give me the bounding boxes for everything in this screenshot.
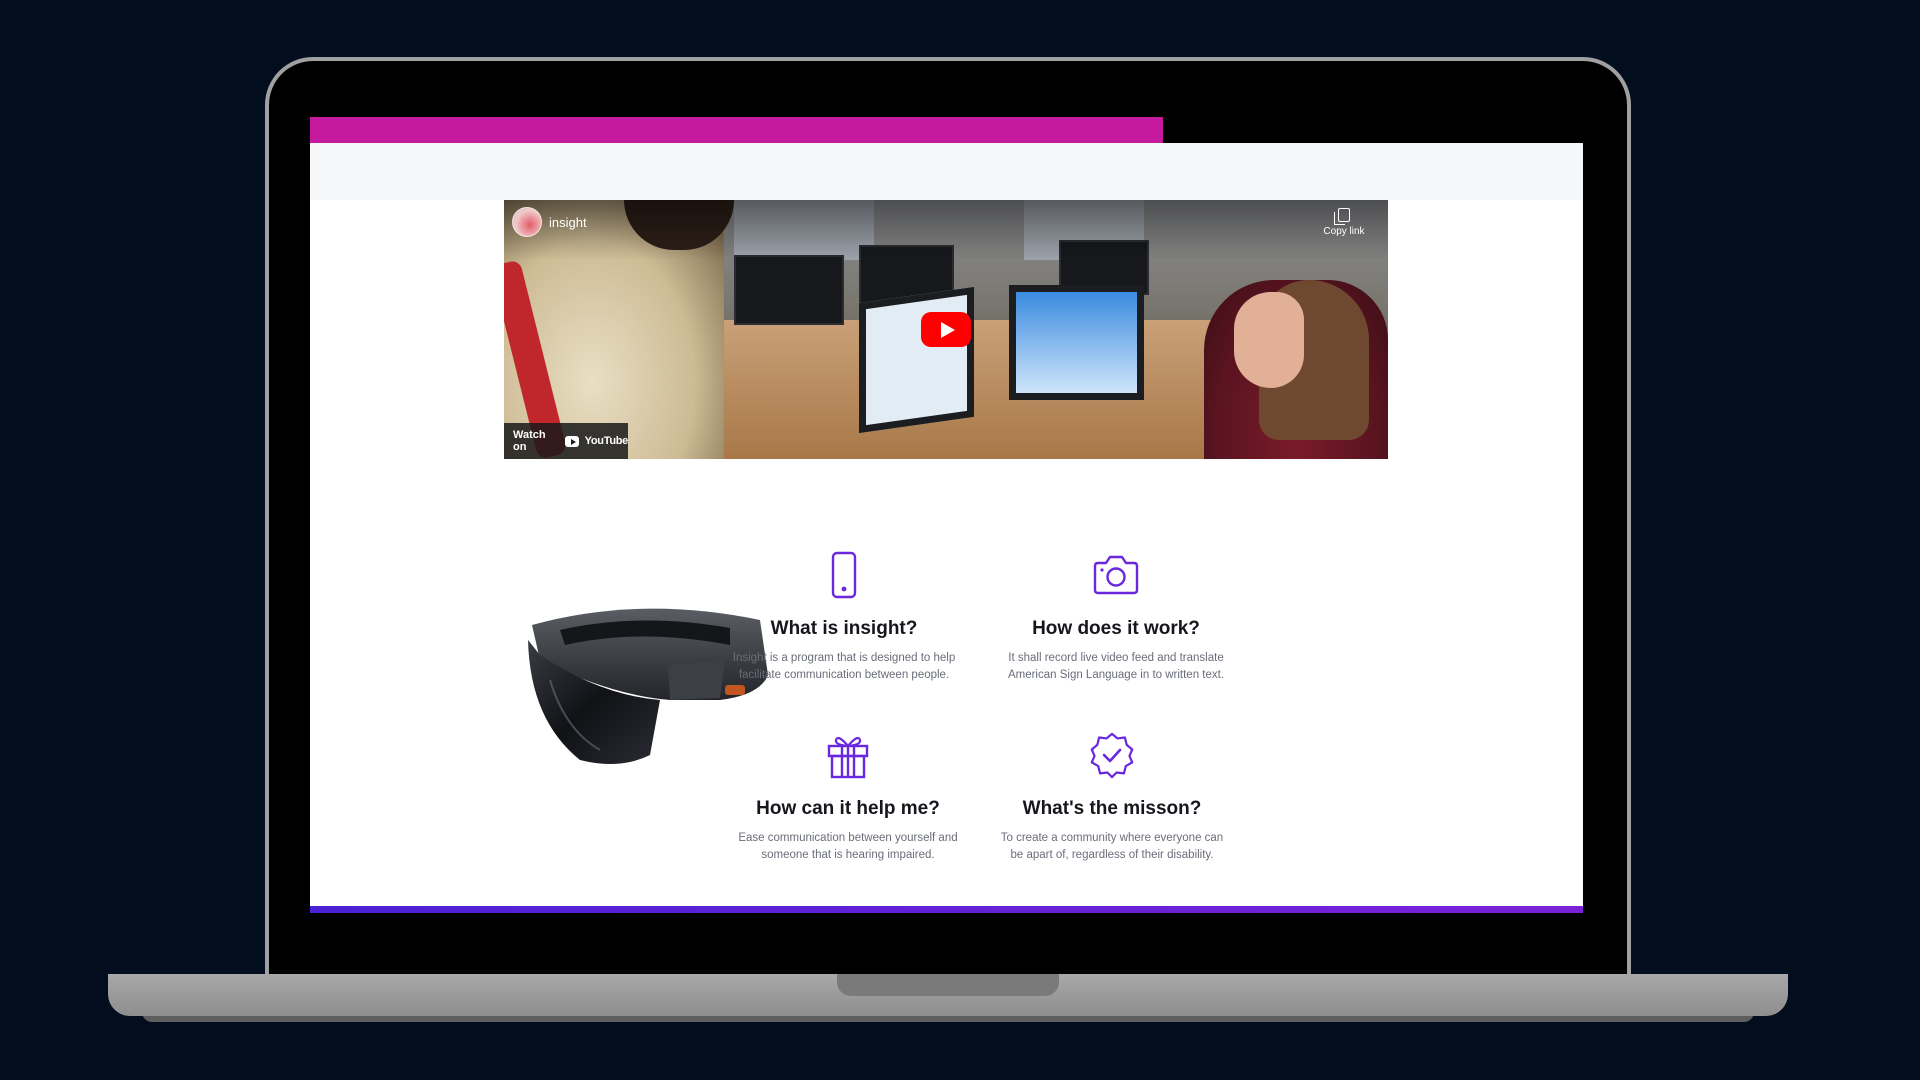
watch-on-label: Watch on: [513, 429, 546, 453]
feature-what-is-insight: What is insight? Insight is a program th…: [719, 550, 969, 684]
video-channel-title[interactable]: insight: [549, 215, 587, 230]
phone-icon: [831, 551, 857, 599]
gift-icon: [827, 736, 869, 779]
video-monitor: [734, 255, 844, 325]
scroll-progress-fill: [310, 117, 1163, 143]
youtube-label: YouTube: [584, 435, 629, 447]
navigation-band: [310, 143, 1583, 200]
feature-how-can-it-help: How can it help me? Ease communication b…: [723, 730, 973, 864]
laptop-screen: insight Copy link Watch on YouTube What …: [310, 117, 1583, 913]
feature-title: How does it work?: [1032, 618, 1200, 639]
feature-description: It shall record live video feed and tran…: [1007, 652, 1225, 681]
channel-avatar[interactable]: [512, 207, 542, 237]
video-person-right-face: [1234, 292, 1304, 388]
page-content: insight Copy link Watch on YouTube What …: [310, 200, 1583, 906]
video-top-bar: [504, 200, 1388, 260]
video-monitor-blue: [1009, 285, 1144, 400]
watch-on-youtube-button[interactable]: Watch on YouTube: [504, 423, 628, 459]
youtube-logo-icon: [564, 435, 579, 447]
feature-title: What's the misson?: [1022, 798, 1202, 819]
feature-title: How can it help me?: [756, 798, 940, 819]
copy-link-button[interactable]: Copy link: [1314, 208, 1374, 237]
footer-accent-bar: [310, 906, 1583, 913]
video-monitor-on: [859, 286, 974, 434]
play-button[interactable]: [921, 312, 971, 347]
copy-icon: [1334, 208, 1350, 225]
feature-description: Ease communication between yourself and …: [738, 832, 958, 861]
feature-how-does-it-work: How does it work? It shall record live v…: [991, 550, 1241, 684]
feature-title: What is insight?: [770, 618, 918, 639]
feature-mission: What's the misson? To create a community…: [987, 730, 1237, 864]
feature-description: To create a community where everyone can…: [1000, 832, 1224, 861]
youtube-video-embed[interactable]: insight Copy link Watch on YouTube: [504, 200, 1388, 459]
copy-link-label: Copy link: [1323, 226, 1365, 237]
laptop-notch: [837, 974, 1059, 996]
scroll-progress-track: [310, 117, 1583, 143]
feature-description: Insight is a program that is designed to…: [732, 652, 956, 681]
camera-icon: [1093, 555, 1139, 595]
badge-check-icon: [1090, 732, 1134, 779]
